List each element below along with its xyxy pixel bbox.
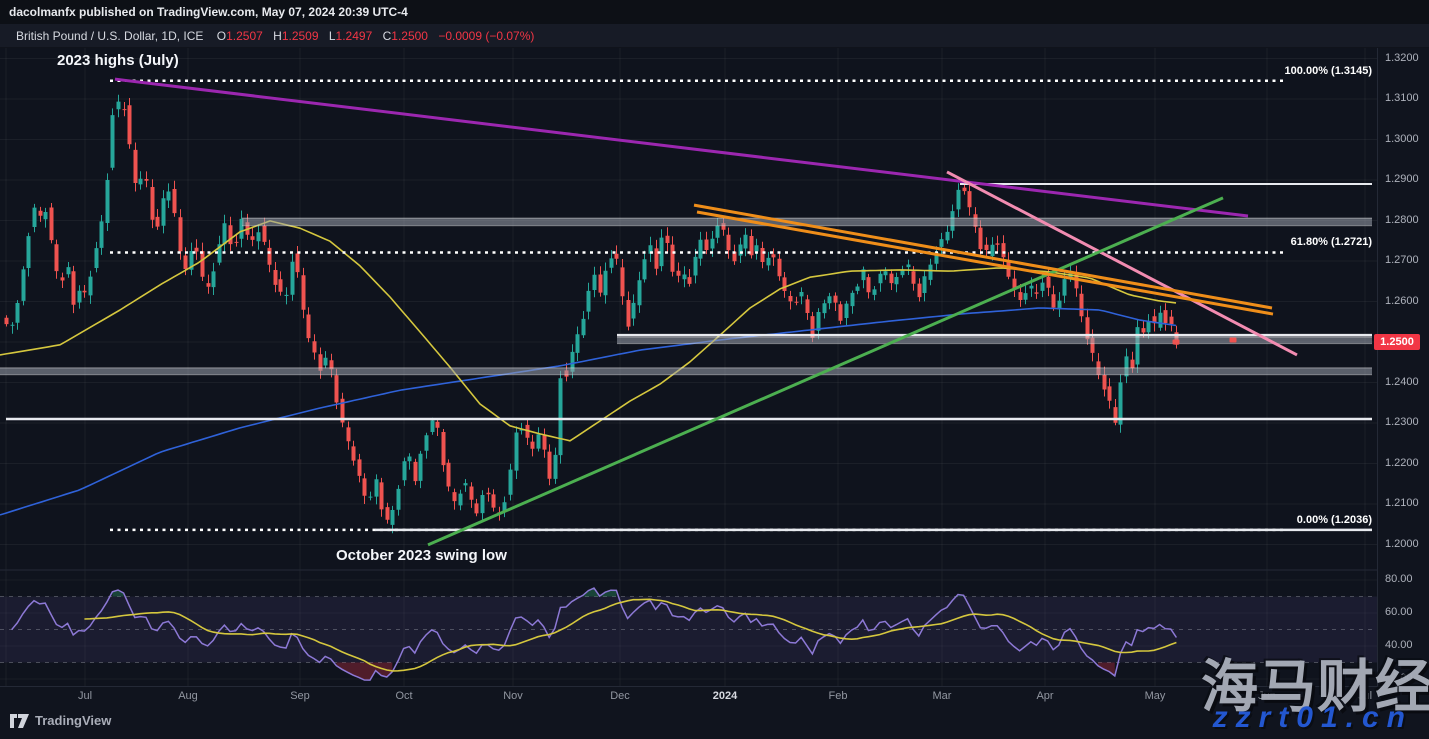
price-tick-label: 1.2000 [1385, 538, 1419, 550]
close-value: 1.2500 [391, 29, 428, 43]
price-tick-label: 1.2200 [1385, 457, 1419, 469]
price-tick-label: 1.2400 [1385, 376, 1419, 388]
high-value: 1.2509 [282, 29, 319, 43]
change-value: −0.0009 (−0.07%) [438, 29, 534, 43]
price-axis[interactable]: 1.3200 1.3100 1.3000 1.2900 1.2800 1.2700 1.26… [1377, 48, 1429, 706]
price-tick-label: 1.2700 [1385, 254, 1419, 266]
price-tick-label: 1.3000 [1385, 133, 1419, 145]
time-axis-label-Dec: Dec [610, 690, 630, 702]
symbol-bar[interactable]: British Pound / U.S. Dollar, 1D, ICE O1.… [0, 24, 1429, 48]
plot-background [0, 48, 1429, 686]
zone-1.25 [617, 337, 1372, 343]
annotation-2023-highs[interactable]: 2023 highs (July) [57, 52, 179, 69]
last-price-marker [1230, 337, 1237, 342]
time-axis-label-2024: 2024 [713, 690, 737, 702]
time-axis-label-Aug: Aug [178, 690, 198, 702]
tradingview-published-chart: dacolmanfx published on TradingView.com,… [0, 0, 1429, 739]
watermark-site: zzrt01.cn [1213, 701, 1413, 735]
price-tick-label: 1.2600 [1385, 295, 1419, 307]
tradingview-logo-icon [10, 714, 29, 728]
attribution-bar: dacolmanfx published on TradingView.com,… [0, 0, 1429, 24]
last-price-tag: 1.2500 [1374, 334, 1420, 350]
rsi-tick-label: 60.00 [1385, 606, 1413, 618]
symbol-title[interactable]: British Pound / U.S. Dollar, 1D, ICE [16, 29, 203, 43]
price-tick-label: 1.3100 [1385, 92, 1419, 104]
high-label: H [273, 29, 282, 43]
zone-1.243 [0, 368, 1372, 375]
fib-label-100: 100.00% (1.3145) [1285, 65, 1372, 77]
time-axis-label-Sep: Sep [290, 690, 310, 702]
close-label: C [383, 29, 392, 43]
price-tick-label: 1.2900 [1385, 173, 1419, 185]
tradingview-logo-text: TradingView [35, 713, 111, 728]
low-label: L [329, 29, 336, 43]
time-axis-label-Apr: Apr [1036, 690, 1053, 702]
time-axis-label-Mar: Mar [933, 690, 952, 702]
fib-label-618: 61.80% (1.2721) [1291, 236, 1372, 248]
time-axis-label-Nov: Nov [503, 690, 523, 702]
time-axis-label-May: May [1145, 690, 1166, 702]
time-axis-label-Feb: Feb [829, 690, 848, 702]
last-price-marker [1173, 340, 1180, 345]
open-label: O [217, 29, 226, 43]
tradingview-logo[interactable]: TradingView [10, 713, 111, 728]
time-axis-label-Jul: Jul [78, 690, 92, 702]
low-value: 1.2497 [336, 29, 373, 43]
price-tick-label: 1.2300 [1385, 416, 1419, 428]
time-axis-label-Oct: Oct [395, 690, 412, 702]
open-value: 1.2507 [226, 29, 263, 43]
price-tick-label: 1.2800 [1385, 214, 1419, 226]
attribution-text: dacolmanfx published on TradingView.com,… [9, 5, 408, 19]
price-tick-label: 1.2100 [1385, 497, 1419, 509]
fib-label-0: 0.00% (1.2036) [1297, 514, 1372, 526]
price-tick-label: 1.3200 [1385, 52, 1419, 64]
chart-canvas[interactable] [0, 0, 1429, 739]
rsi-tick-label: 80.00 [1385, 573, 1413, 585]
annotation-october-low[interactable]: October 2023 swing low [336, 547, 507, 564]
